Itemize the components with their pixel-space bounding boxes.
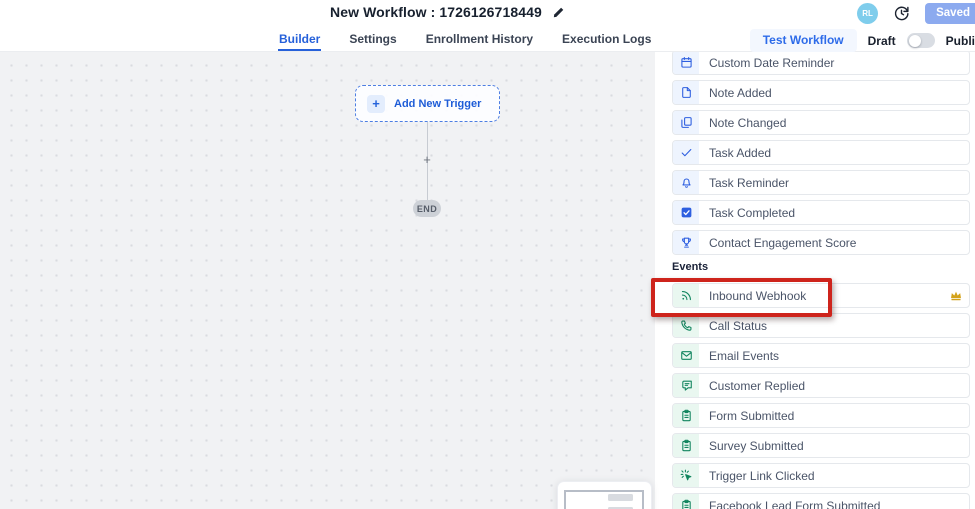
title-bar-actions: RL Saved — [857, 3, 975, 24]
tab-settings[interactable]: Settings — [348, 28, 397, 51]
checkbox-icon — [673, 201, 699, 224]
saved-button[interactable]: Saved — [925, 3, 975, 24]
clipboard-icon — [673, 404, 699, 427]
note-changed-icon — [673, 111, 699, 134]
clipboard-icon — [673, 434, 699, 457]
trigger-item-label: Task Added — [709, 146, 771, 160]
phone-icon — [673, 314, 699, 337]
clipboard-icon — [673, 494, 699, 509]
trigger-item-form-submitted[interactable]: Form Submitted — [672, 403, 970, 428]
trigger-item-call-status[interactable]: Call Status — [672, 313, 970, 338]
trigger-item-label: Facebook Lead Form Submitted — [709, 499, 880, 509]
pencil-icon[interactable] — [552, 6, 565, 19]
workflow-canvas[interactable]: + Add New Trigger + END — [0, 52, 655, 509]
trigger-item-label: Task Reminder — [709, 176, 789, 190]
trigger-item-label: Call Status — [709, 319, 767, 333]
trigger-item-label: Note Changed — [709, 116, 786, 130]
add-new-trigger-label: Add New Trigger — [394, 98, 481, 110]
crown-icon — [949, 289, 963, 302]
draft-label: Draft — [868, 34, 896, 48]
chat-reply-icon — [673, 374, 699, 397]
tab-bar-tabs: Builder Settings Enrollment History Executi… — [278, 28, 652, 51]
trigger-sidebar[interactable]: Custom Date Reminder Note Added Note Chang… — [655, 52, 975, 509]
trigger-item-trigger-link-clicked[interactable]: Trigger Link Clicked — [672, 463, 970, 488]
main-area: + Add New Trigger + END Custom Date Remi… — [0, 52, 975, 509]
trigger-item-note-added[interactable]: Note Added — [672, 80, 970, 105]
trigger-item-label: Custom Date Reminder — [709, 56, 834, 70]
add-step-plus-icon[interactable]: + — [420, 152, 434, 167]
skeleton-bar — [608, 494, 633, 501]
trigger-item-task-added[interactable]: Task Added — [672, 140, 970, 165]
trigger-item-label: Task Completed — [709, 206, 795, 220]
trigger-item-label: Email Events — [709, 349, 779, 363]
trigger-item-customer-replied[interactable]: Customer Replied — [672, 373, 970, 398]
trigger-item-inbound-webhook[interactable]: Inbound Webhook — [672, 283, 970, 308]
publish-label: Publish — [946, 34, 975, 48]
workflow-title-group: New Workflow : 1726126718449 — [330, 4, 565, 20]
bell-icon — [673, 171, 699, 194]
cursor-click-icon — [673, 464, 699, 487]
trophy-icon — [673, 231, 699, 254]
peeking-panel-frame — [564, 490, 644, 509]
tab-bar-actions: Test Workflow Draft Publish — [750, 28, 975, 52]
trigger-item-contact-engagement-score[interactable]: Contact Engagement Score — [672, 230, 970, 255]
trigger-item-label: Contact Engagement Score — [709, 236, 856, 250]
trigger-item-label: Trigger Link Clicked — [709, 469, 815, 483]
section-header-events: Events — [672, 260, 970, 274]
trigger-item-label: Customer Replied — [709, 379, 805, 393]
trigger-item-label: Survey Submitted — [709, 439, 804, 453]
tab-execution-logs[interactable]: Execution Logs — [561, 28, 652, 51]
peeking-panel — [557, 481, 652, 509]
trigger-item-note-changed[interactable]: Note Changed — [672, 110, 970, 135]
tab-builder[interactable]: Builder — [278, 28, 321, 51]
trigger-item-survey-submitted[interactable]: Survey Submitted — [672, 433, 970, 458]
plus-icon: + — [367, 95, 385, 113]
tab-bar: Builder Settings Enrollment History Executi… — [0, 28, 975, 52]
trigger-item-label: Form Submitted — [709, 409, 794, 423]
trigger-list: Custom Date Reminder Note Added Note Chang… — [672, 52, 970, 509]
end-node: END — [413, 200, 441, 217]
trigger-item-task-reminder[interactable]: Task Reminder — [672, 170, 970, 195]
calendar-icon — [673, 52, 699, 74]
page-title: New Workflow : 1726126718449 — [330, 4, 542, 20]
trigger-item-label: Note Added — [709, 86, 772, 100]
trigger-item-task-completed[interactable]: Task Completed — [672, 200, 970, 225]
publish-toggle[interactable] — [907, 33, 935, 48]
note-icon — [673, 81, 699, 104]
tab-enrollment-history[interactable]: Enrollment History — [425, 28, 534, 51]
trigger-item-facebook-lead-form-submitted[interactable]: Facebook Lead Form Submitted — [672, 493, 970, 509]
toggle-knob — [909, 35, 921, 47]
avatar[interactable]: RL — [857, 3, 878, 24]
trigger-item-custom-date-reminder[interactable]: Custom Date Reminder — [672, 52, 970, 75]
test-workflow-button[interactable]: Test Workflow — [750, 29, 857, 52]
add-new-trigger-button[interactable]: + Add New Trigger — [355, 85, 500, 122]
check-icon — [673, 141, 699, 164]
webhook-icon — [673, 284, 699, 307]
trigger-item-label: Inbound Webhook — [709, 289, 806, 303]
history-clock-icon[interactable] — [893, 5, 910, 22]
trigger-item-email-events[interactable]: Email Events — [672, 343, 970, 368]
mail-icon — [673, 344, 699, 367]
title-bar: New Workflow : 1726126718449 RL Saved — [0, 0, 975, 28]
